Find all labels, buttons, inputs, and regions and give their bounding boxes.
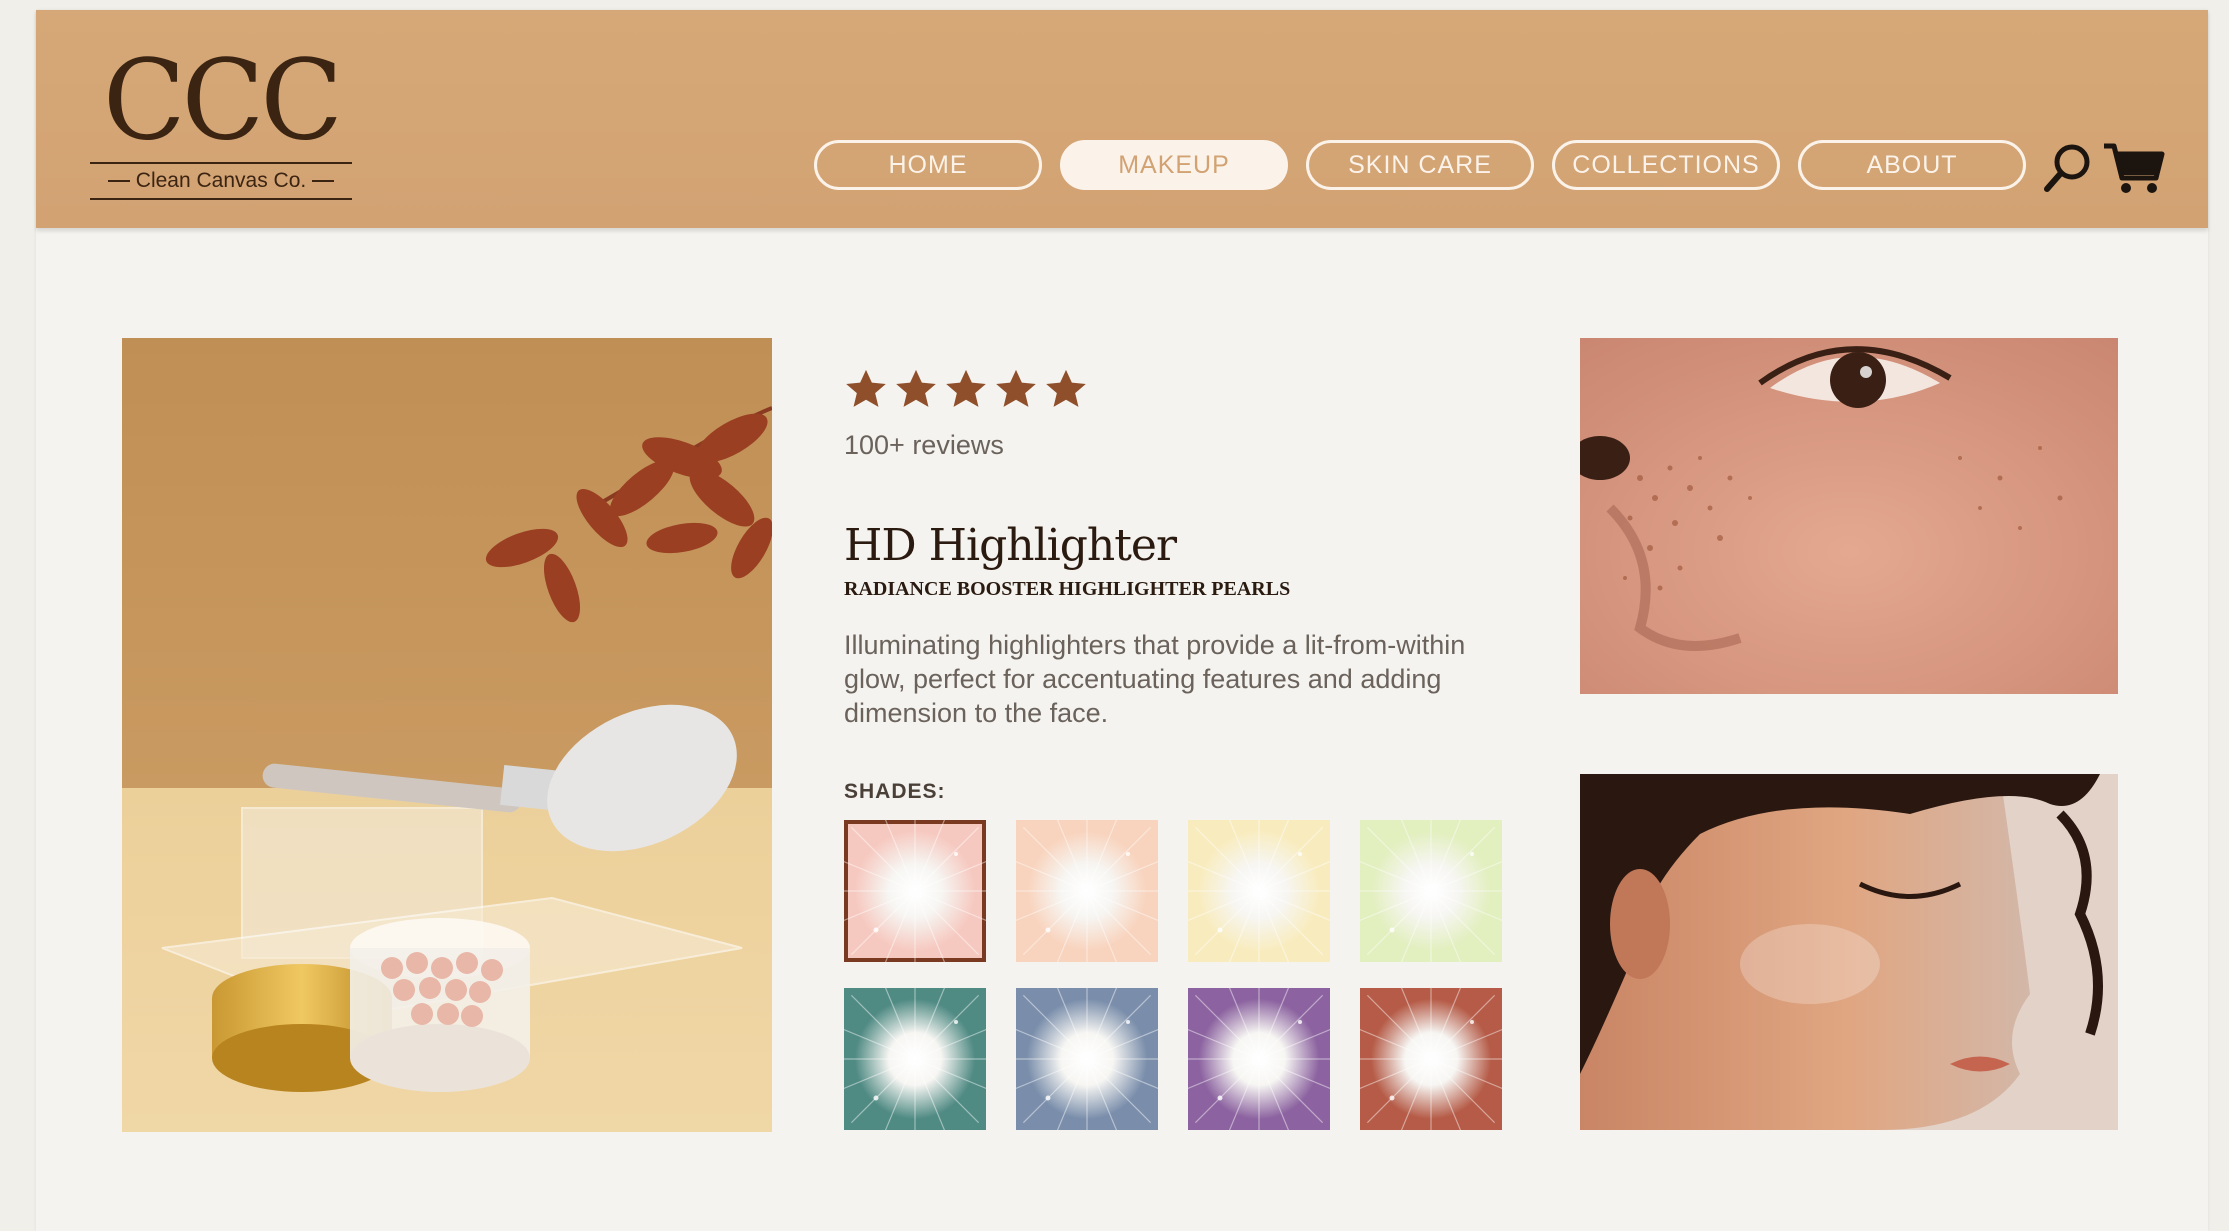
nav-skin-care-label: SKIN CARE (1348, 150, 1492, 179)
cart-icon[interactable] (2102, 140, 2166, 196)
review-count[interactable]: 100+ reviews (844, 430, 1004, 461)
nav-home[interactable]: HOME (814, 140, 1042, 190)
shade-swatch-8[interactable] (1360, 988, 1502, 1130)
page: CCC Clean Canvas Co. HOME MAKEUP SKIN CA… (36, 10, 2208, 1231)
shade-swatch-7[interactable] (1188, 988, 1330, 1130)
shade-swatch-2[interactable] (1016, 820, 1158, 962)
product-subtitle: RADIANCE BOOSTER HIGHLIGHTER PEARLS (844, 578, 1291, 600)
shade-swatch-6[interactable] (1016, 988, 1158, 1130)
shade-swatch-1[interactable] (844, 820, 986, 962)
brand-name: Clean Canvas Co. (135, 169, 307, 192)
nav-about[interactable]: ABOUT (1798, 140, 2026, 190)
brand-logo[interactable]: CCC Clean Canvas Co. (90, 37, 352, 206)
product-image (122, 338, 772, 1132)
star-icon (896, 369, 936, 407)
site-header: CCC Clean Canvas Co. HOME MAKEUP SKIN CA… (36, 10, 2208, 228)
star-icon (1046, 369, 1086, 407)
nav-about-label: ABOUT (1866, 150, 1958, 179)
nav-skin-care[interactable]: SKIN CARE (1306, 140, 1534, 190)
search-icon[interactable] (2040, 140, 2096, 196)
star-icon (946, 369, 986, 407)
star-icon (996, 369, 1036, 407)
shade-swatch-3[interactable] (1188, 820, 1330, 962)
logo-subtitle: Clean Canvas Co. (90, 162, 352, 200)
nav-makeup-label: MAKEUP (1118, 150, 1230, 179)
nav-home-label: HOME (888, 150, 968, 179)
product-description: Illuminating highlighters that provide a… (844, 630, 1466, 728)
main-nav: HOME MAKEUP SKIN CARE COLLECTIONS ABOUT (814, 140, 2026, 190)
logo-mark: CCC (103, 37, 343, 166)
model-photo-closeup (1580, 338, 2118, 694)
shade-swatch-4[interactable] (1360, 820, 1502, 962)
nav-collections[interactable]: COLLECTIONS (1552, 140, 1780, 190)
shade-swatch-5[interactable] (844, 988, 986, 1130)
shades-label: SHADES: (844, 780, 946, 803)
star-rating[interactable] (844, 368, 1088, 412)
star-icon (846, 369, 886, 407)
shade-swatches (844, 820, 1514, 1130)
product-title: HD Highlighter (844, 520, 1177, 571)
nav-makeup[interactable]: MAKEUP (1060, 140, 1288, 190)
model-photo-profile (1580, 774, 2118, 1130)
nav-collections-label: COLLECTIONS (1572, 150, 1760, 179)
